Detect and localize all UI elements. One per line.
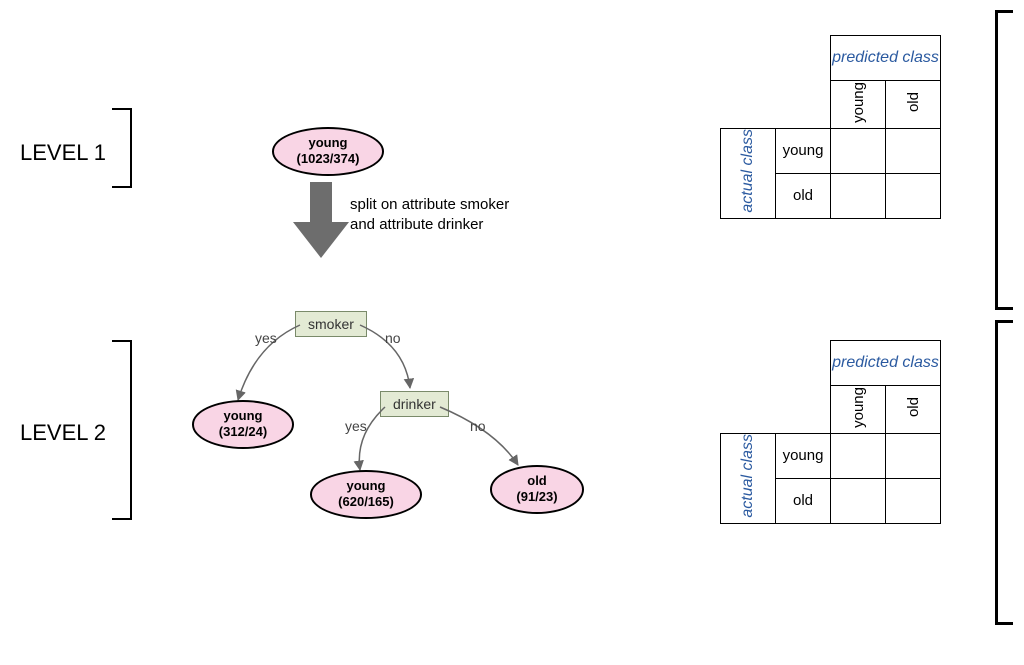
cm1-row-young: young xyxy=(776,128,831,173)
diagram-stage: LEVEL 1 LEVEL 2 young (1023/374) split o… xyxy=(0,0,1024,665)
cm2-cell-yo xyxy=(886,433,941,478)
cm1-cell-yy xyxy=(831,128,886,173)
split-arrow-head xyxy=(293,222,349,258)
edge-smoker-yes: yes xyxy=(255,330,277,346)
leaf-smoker-yes-stats: (312/24) xyxy=(219,424,267,439)
cm2-cell-yy xyxy=(831,433,886,478)
edge-smoker-no: no xyxy=(385,330,401,346)
cm1-cell-yo xyxy=(886,128,941,173)
cm1-col-old: old xyxy=(886,81,941,129)
decision-drinker: drinker xyxy=(380,391,449,417)
decision-drinker-label: drinker xyxy=(393,396,436,412)
root-leaf: young (1023/374) xyxy=(272,127,384,176)
leaf-drinker-yes: young (620/165) xyxy=(310,470,422,519)
split-caption: split on attribute smoker and attribute … xyxy=(350,195,509,234)
right-bracket-2 xyxy=(995,320,998,625)
level2-bracket xyxy=(130,340,132,520)
level1-label: LEVEL 1 xyxy=(20,140,106,166)
cm1-cell-oy xyxy=(831,173,886,218)
cm2-cell-oo xyxy=(886,478,941,523)
split-caption-l1: split on attribute smoker xyxy=(350,196,509,213)
edge-drinker-yes: yes xyxy=(345,418,367,434)
cm1-row-old: old xyxy=(776,173,831,218)
leaf-drinker-yes-label: young xyxy=(347,478,386,493)
cm1-col-young: young xyxy=(831,81,886,129)
level2-label: LEVEL 2 xyxy=(20,420,106,446)
confusion-matrix-2: predicted class young old actual class y… xyxy=(720,340,941,524)
leaf-smoker-yes-label: young xyxy=(224,408,263,423)
split-caption-l2: and attribute drinker xyxy=(350,216,483,233)
level1-bracket xyxy=(130,108,132,188)
cm2-cell-oy xyxy=(831,478,886,523)
cm2-col-old: old xyxy=(886,386,941,434)
cm1-cell-oo xyxy=(886,173,941,218)
leaf-drinker-no-label: old xyxy=(527,473,547,488)
decision-smoker: smoker xyxy=(295,311,367,337)
cm1-actual-header: actual class xyxy=(721,128,776,218)
split-arrow-body xyxy=(310,182,332,224)
confusion-matrix-1: predicted class young old actual class y… xyxy=(720,35,941,219)
root-leaf-stats: (1023/374) xyxy=(297,151,360,166)
cm1-predicted-header: predicted class xyxy=(831,36,941,81)
cm2-row-old: old xyxy=(776,478,831,523)
cm2-col-young: young xyxy=(831,386,886,434)
cm2-predicted-header: predicted class xyxy=(831,341,941,386)
leaf-drinker-yes-stats: (620/165) xyxy=(338,494,394,509)
leaf-drinker-no-stats: (91/23) xyxy=(516,489,557,504)
edge-drinker-no: no xyxy=(470,418,486,434)
cm2-row-young: young xyxy=(776,433,831,478)
right-bracket-1 xyxy=(995,10,998,310)
leaf-smoker-yes: young (312/24) xyxy=(192,400,294,449)
root-leaf-label: young xyxy=(309,135,348,150)
cm2-actual-header: actual class xyxy=(721,433,776,523)
decision-smoker-label: smoker xyxy=(308,316,354,332)
leaf-drinker-no: old (91/23) xyxy=(490,465,584,514)
